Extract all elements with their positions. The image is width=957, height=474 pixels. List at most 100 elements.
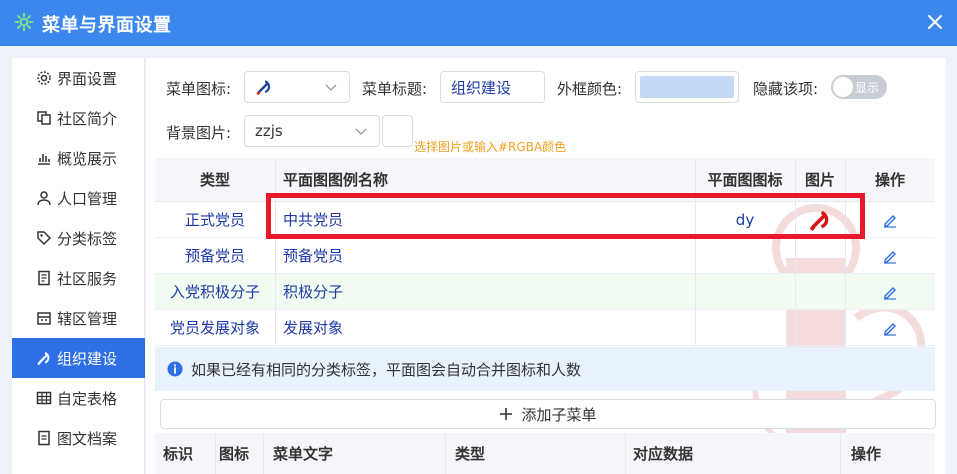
row-type: 党员发展对象 xyxy=(169,319,260,337)
plus-icon xyxy=(500,408,513,420)
party-emblem-image-icon xyxy=(809,210,829,231)
submenu-table-header: 标识 图标 菜单文字 类型 对应数据 操作 xyxy=(155,433,935,474)
row-map-icon[interactable]: dy xyxy=(695,202,795,237)
frame-color-picker[interactable] xyxy=(635,71,739,103)
sidebar-item-district[interactable]: 辖区管理 xyxy=(12,298,145,338)
sidebar-item-services[interactable]: 社区服务 xyxy=(12,258,145,298)
sidebar-item-tags[interactable]: 分类标签 xyxy=(12,218,145,258)
row-map-icon[interactable] xyxy=(695,238,795,273)
table-row[interactable]: 预备党员 预备党员 xyxy=(155,238,935,274)
bg-color-box[interactable] xyxy=(382,115,413,147)
sidebar-item-label: 图文档案 xyxy=(57,429,118,448)
col-header-type: 类型 xyxy=(199,171,230,189)
menu-title-input[interactable]: 组织建设 xyxy=(440,71,545,103)
edit-icon[interactable] xyxy=(882,320,898,336)
column-divider xyxy=(795,158,796,346)
toggle-text: 显示 xyxy=(855,81,880,95)
sidebar-item-population[interactable]: 人口管理 xyxy=(12,178,145,218)
sidebar-item-custom-table[interactable]: 自定表格 xyxy=(12,378,145,418)
row-legend-name[interactable]: 中共党员 xyxy=(283,202,683,237)
user-icon xyxy=(37,191,51,206)
table-row[interactable]: 正式党员 中共党员 dy xyxy=(155,202,935,238)
table-row[interactable]: 党员发展对象 发展对象 xyxy=(155,310,935,346)
col-header-id: 标识 xyxy=(163,445,194,463)
sidebar-item-label: 概览展示 xyxy=(57,149,118,168)
column-divider xyxy=(845,158,846,346)
main-panel: 菜单图标: 菜单标题: 组织建设 外框颜色: 隐藏该项: 显示 背景图片: zz… xyxy=(146,58,946,474)
col-header-map-icon: 平面图图标 xyxy=(707,171,783,189)
gear-icon xyxy=(37,71,51,85)
menu-icon-label: 菜单图标: xyxy=(166,80,232,98)
title-bar: 菜单与界面设置 xyxy=(0,0,957,46)
column-divider xyxy=(695,158,696,346)
column-divider xyxy=(445,433,446,474)
sidebar-item-label: 自定表格 xyxy=(57,389,118,408)
hide-item-label: 隐藏该项: xyxy=(753,80,819,98)
sidebar-item-label: 人口管理 xyxy=(57,189,118,208)
col-header-actions: 操作 xyxy=(874,171,905,189)
sidebar-item-organization[interactable]: 组织建设 xyxy=(12,338,145,378)
hide-item-toggle[interactable]: 显示 xyxy=(831,75,887,99)
col-header-menu-text: 菜单文字 xyxy=(273,445,334,463)
row-type: 入党积极分子 xyxy=(169,283,260,301)
edit-icon[interactable] xyxy=(882,212,898,228)
row-image[interactable] xyxy=(795,274,845,309)
row-image[interactable] xyxy=(795,310,845,345)
add-submenu-label: 添加子菜单 xyxy=(521,405,597,424)
sidebar-item-label: 分类标签 xyxy=(57,229,118,248)
add-submenu-button[interactable]: 添加子菜单 xyxy=(160,399,936,429)
close-icon[interactable] xyxy=(925,12,945,32)
menu-icon-select[interactable] xyxy=(244,71,350,103)
sidebar-item-archives[interactable]: 图文档案 xyxy=(12,418,145,458)
sidebar-item-ui-settings[interactable]: 界面设置 xyxy=(12,58,145,98)
copy-icon xyxy=(37,111,51,125)
row-legend-name[interactable]: 预备党员 xyxy=(283,238,683,273)
col-header-legend-name: 平面图图例名称 xyxy=(283,171,389,189)
file-icon xyxy=(38,430,50,446)
row-image[interactable] xyxy=(795,238,845,273)
edit-icon[interactable] xyxy=(882,248,898,264)
bg-hint-text: 选择图片或输入#RGBA颜色 xyxy=(414,140,567,154)
row-type: 预备党员 xyxy=(184,247,245,265)
menu-title-value: 组织建设 xyxy=(451,78,512,97)
row-actions xyxy=(845,310,935,345)
bg-image-label: 背景图片: xyxy=(166,124,232,142)
bar-chart-icon xyxy=(38,154,50,165)
row-actions xyxy=(845,202,935,237)
column-divider xyxy=(263,433,264,474)
row-type: 正式党员 xyxy=(184,211,245,229)
row-legend-name[interactable]: 积极分子 xyxy=(283,274,683,309)
col-header-type: 类型 xyxy=(455,445,486,463)
column-divider xyxy=(625,433,626,474)
tag-icon xyxy=(37,231,52,246)
row-legend-name[interactable]: 发展对象 xyxy=(283,310,683,345)
col-header-data: 对应数据 xyxy=(633,445,694,463)
sidebar-item-label: 社区服务 xyxy=(57,269,118,288)
col-header-image: 图片 xyxy=(804,171,835,189)
sidebar-item-overview[interactable]: 概览展示 xyxy=(12,138,145,178)
row-actions xyxy=(845,274,935,309)
col-header-actions: 操作 xyxy=(851,445,882,463)
sidebar-item-community-intro[interactable]: 社区简介 xyxy=(12,98,145,138)
color-swatch xyxy=(640,76,734,98)
row-map-icon[interactable] xyxy=(695,274,795,309)
bg-image-select[interactable]: zzjs xyxy=(244,115,380,147)
row-map-icon[interactable] xyxy=(695,310,795,345)
table-icon xyxy=(36,391,52,405)
sidebar-item-label: 辖区管理 xyxy=(57,309,118,328)
table-header: 类型 平面图图例名称 平面图图标 图片 操作 xyxy=(155,158,935,202)
table-row[interactable]: 入党积极分子 积极分子 xyxy=(155,274,935,310)
info-text: 如果已经有相同的分类标签，平面图会自动合并图标和人数 xyxy=(191,360,582,379)
party-emblem-icon xyxy=(37,352,50,366)
document-icon xyxy=(38,270,50,286)
gear-icon xyxy=(14,12,34,32)
window-title: 菜单与界面设置 xyxy=(42,15,172,36)
frame-color-label: 外框颜色: xyxy=(557,80,623,98)
bg-image-value: zzjs xyxy=(255,122,283,140)
row-image[interactable] xyxy=(795,202,845,237)
chevron-down-icon xyxy=(355,128,367,135)
party-emblem-icon xyxy=(256,80,271,96)
sidebar-item-label: 组织建设 xyxy=(57,349,118,368)
edit-icon[interactable] xyxy=(882,284,898,300)
row-actions xyxy=(845,238,935,273)
